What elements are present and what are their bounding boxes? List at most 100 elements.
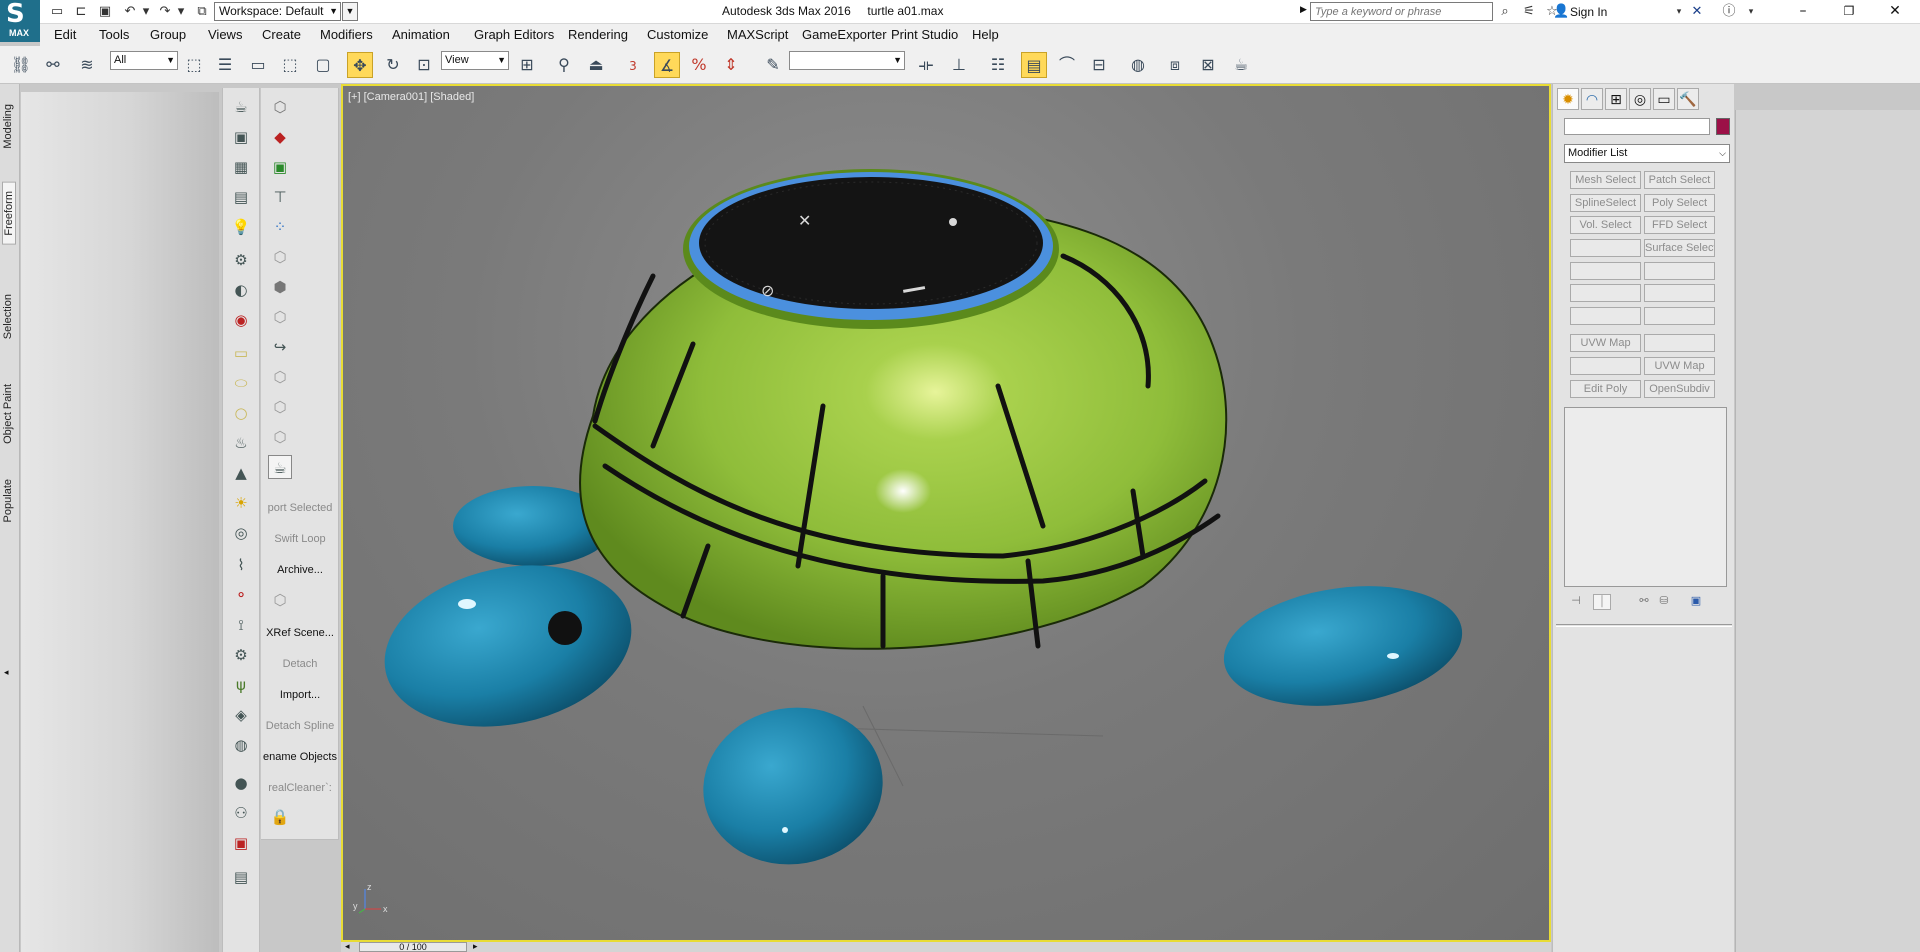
box-mesh-icon[interactable]: ⬡	[268, 95, 292, 119]
select-manipulate-icon[interactable]: ⚲	[551, 52, 577, 78]
app-menu-button[interactable]: S MAX	[0, 0, 40, 42]
reference-coordinate-select[interactable]: View ▼	[441, 51, 509, 70]
arrow-redo-icon[interactable]: ↪	[268, 335, 292, 359]
curve-editor-icon[interactable]: ⌒	[1054, 52, 1080, 78]
screen-capture-icon[interactable]: ▣	[268, 155, 292, 179]
menu-animation[interactable]: Animation	[392, 27, 450, 42]
select-and-scale-icon[interactable]: ⊡	[411, 52, 437, 78]
camera-viewport[interactable]: ✕ ⊘ [+] [Camera001] [Shaded] z x y	[341, 84, 1551, 942]
detach-button[interactable]: Detach	[261, 658, 339, 670]
modifier-stack[interactable]	[1564, 407, 1727, 587]
menu-maxscript[interactable]: MAXScript	[727, 27, 788, 42]
modifier-slot-button[interactable]	[1644, 334, 1715, 352]
poly-select-button[interactable]: Poly Select	[1644, 194, 1715, 212]
modifier-slot-button[interactable]	[1644, 262, 1715, 280]
restore-icon[interactable]: ❐	[1826, 0, 1872, 24]
modifier-slot-button[interactable]	[1570, 357, 1641, 375]
record-icon[interactable]: ◉	[229, 308, 253, 332]
render-teapot-icon[interactable]: ☕	[1228, 52, 1254, 78]
select-and-move-icon[interactable]: ✥	[347, 52, 373, 78]
detach-spline-button[interactable]: Detach Spline	[261, 720, 339, 732]
render-setup-icon[interactable]: ⧈	[1162, 52, 1188, 78]
community-icon[interactable]: ⚟	[1520, 3, 1538, 21]
time-slider[interactable]: 0 / 100	[359, 942, 467, 952]
sphere-material-icon[interactable]: ●	[229, 771, 253, 795]
link-icon[interactable]: ⛓	[8, 52, 34, 78]
sign-in-dropdown-icon[interactable]: ▾	[1670, 3, 1688, 21]
gear-icon[interactable]: ⚙	[229, 643, 253, 667]
project-folder-icon[interactable]: ⧉	[193, 3, 211, 21]
object-name-field[interactable]	[1564, 118, 1710, 135]
plane-icon[interactable]: ▭	[229, 341, 253, 365]
redo-dropdown-icon[interactable]: ▾	[172, 3, 190, 21]
new-file-icon[interactable]: ▭	[48, 3, 66, 21]
menu-print-studio[interactable]: Print Studio	[891, 27, 958, 42]
menu-edit[interactable]: Edit	[54, 27, 76, 42]
ribbon-tab-freeform[interactable]: Freeform	[2, 182, 16, 245]
help-icon[interactable]: ⓘ	[1720, 3, 1738, 21]
select-object-icon[interactable]: ⬚	[181, 52, 207, 78]
remove-modifier-icon[interactable]: ⛁	[1655, 594, 1673, 610]
menu-create[interactable]: Create	[262, 27, 301, 42]
unlink-icon[interactable]: ⚯	[40, 52, 66, 78]
modifier-slot-button[interactable]	[1570, 307, 1641, 325]
light-bulb-icon[interactable]: 💡	[229, 215, 253, 239]
search-expand-icon[interactable]: ▶	[1300, 4, 1307, 15]
rendered-frame-window-icon[interactable]: ⊠	[1195, 52, 1221, 78]
modifier-list-select[interactable]: Modifier List ⌵	[1564, 144, 1730, 163]
cloth-icon[interactable]: ◍	[229, 733, 253, 757]
hair-icon[interactable]: ⟟	[229, 613, 253, 637]
hierarchy-tab-icon[interactable]: ⊞	[1605, 88, 1627, 110]
menu-tools[interactable]: Tools	[99, 27, 129, 42]
sound-icon[interactable]: ◐	[229, 278, 253, 302]
menu-graph-editors[interactable]: Graph Editors	[474, 27, 554, 42]
rectangular-selection-icon[interactable]: ▭	[245, 52, 271, 78]
batch-render-icon[interactable]: ▤	[229, 865, 253, 889]
select-by-name-icon[interactable]: ☰	[212, 52, 238, 78]
patch-select-button[interactable]: Patch Select	[1644, 171, 1715, 189]
particles-icon[interactable]: ⚬	[229, 583, 253, 607]
named-selection-select[interactable]: ▼	[789, 51, 905, 70]
layer-manager-icon[interactable]: ☷	[985, 52, 1011, 78]
cube-scale-icon[interactable]: ⬡	[268, 365, 292, 389]
modify-tab-icon[interactable]: ◠	[1581, 88, 1603, 110]
help-dropdown-icon[interactable]: ▾	[1742, 3, 1760, 21]
motion-tab-icon[interactable]: ◎	[1629, 88, 1651, 110]
export-selected-button[interactable]: port Selected	[261, 502, 339, 514]
undo-dropdown-icon[interactable]: ▾	[137, 3, 155, 21]
save-file-icon[interactable]: ▣	[96, 3, 114, 21]
scene-explorer-icon[interactable]: ▤	[1021, 52, 1047, 78]
surface-select-button[interactable]: Surface Select	[1644, 239, 1715, 257]
mesh-select-button[interactable]: Mesh Select	[1570, 171, 1641, 189]
sign-in-link[interactable]: Sign In	[1570, 5, 1607, 19]
viewport-label[interactable]: [+] [Camera001] [Shaded]	[348, 91, 474, 103]
modifier-slot-button[interactable]	[1644, 284, 1715, 302]
pin-stack-icon[interactable]: ⊣	[1567, 594, 1585, 610]
modifier-slot-button[interactable]	[1644, 307, 1715, 325]
cube-edit-icon[interactable]: ⬡	[268, 305, 292, 329]
create-tab-icon[interactable]: ✹	[1557, 88, 1579, 110]
uvw-map-button[interactable]: UVW Map	[1570, 334, 1641, 352]
bind-space-warp-icon[interactable]: ≋	[74, 52, 100, 78]
box-icon[interactable]: ⬡	[268, 588, 292, 612]
ribbon-tab-object-paint[interactable]: Object Paint	[2, 384, 14, 444]
vol-select-button[interactable]: Vol. Select	[1570, 216, 1641, 234]
select-and-rotate-icon[interactable]: ↻	[380, 52, 406, 78]
teapot-render-icon[interactable]: ☕	[268, 455, 292, 479]
turtle-model[interactable]: ✕ ⊘	[343, 86, 1549, 940]
real-cleaner-button[interactable]: realCleaner`:	[261, 782, 339, 794]
spline-select-button[interactable]: SplineSelect	[1570, 194, 1641, 212]
character-icon[interactable]: ⚇	[229, 801, 253, 825]
open-file-icon[interactable]: ⊏	[72, 3, 90, 21]
quick-access-customize-button[interactable]: ▼	[342, 2, 358, 21]
schematic-view-icon[interactable]: ⊟	[1086, 52, 1112, 78]
modifier-slot-button[interactable]	[1570, 284, 1641, 302]
archive-button[interactable]: Archive...	[261, 564, 339, 576]
search-input[interactable]	[1311, 3, 1492, 20]
angle-snap-icon[interactable]: ∡	[654, 52, 680, 78]
ribbon-tab-selection[interactable]: Selection	[2, 294, 14, 339]
menu-group[interactable]: Group	[150, 27, 186, 42]
gem-icon[interactable]: ◆	[268, 125, 292, 149]
presentation-icon[interactable]: ⊤	[268, 185, 292, 209]
menu-rendering[interactable]: Rendering	[568, 27, 628, 42]
